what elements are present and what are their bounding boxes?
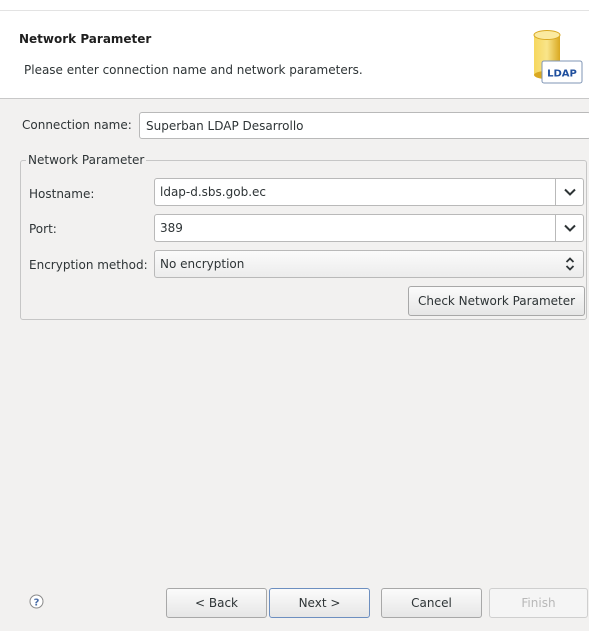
help-question-icon[interactable]: ? <box>29 594 44 609</box>
port-value: 389 <box>160 221 183 235</box>
page-description: Please enter connection name and network… <box>24 63 363 77</box>
page-title: Network Parameter <box>19 32 152 46</box>
hostname-label: Hostname: <box>29 187 95 201</box>
hostname-value: ldap-d.sbs.gob.ec <box>160 185 266 199</box>
window-top-strip <box>0 0 589 11</box>
connection-name-label: Connection name: <box>22 118 132 132</box>
hostname-dropdown-button[interactable] <box>555 179 583 205</box>
encryption-method-value: No encryption <box>160 257 245 271</box>
ldap-database-icon: LDAP <box>533 30 583 84</box>
chevron-down-icon <box>563 224 576 232</box>
port-label: Port: <box>29 222 57 236</box>
hostname-combo[interactable]: ldap-d.sbs.gob.ec <box>154 178 584 206</box>
port-dropdown-button[interactable] <box>555 215 583 241</box>
encryption-updown-button[interactable] <box>556 251 583 277</box>
chevron-updown-icon <box>565 257 574 271</box>
cancel-button[interactable]: Cancel <box>381 588 482 618</box>
check-network-parameter-button[interactable]: Check Network Parameter <box>408 286 585 316</box>
svg-text:?: ? <box>34 597 40 608</box>
chevron-down-icon <box>563 188 576 196</box>
wizard-header: Network Parameter Please enter connectio… <box>0 11 589 99</box>
ldap-icon-text: LDAP <box>547 69 577 80</box>
back-button[interactable]: < Back <box>166 588 267 618</box>
connection-name-input[interactable]: Superban LDAP Desarrollo <box>139 112 589 139</box>
port-combo[interactable]: 389 <box>154 214 584 242</box>
encryption-method-select[interactable]: No encryption <box>154 250 584 278</box>
connection-name-value: Superban LDAP Desarrollo <box>146 118 304 133</box>
encryption-method-label: Encryption method: <box>29 258 148 272</box>
network-parameter-group-title: Network Parameter <box>26 153 147 167</box>
finish-button[interactable]: Finish <box>489 588 588 618</box>
next-button[interactable]: Next > <box>269 588 370 618</box>
